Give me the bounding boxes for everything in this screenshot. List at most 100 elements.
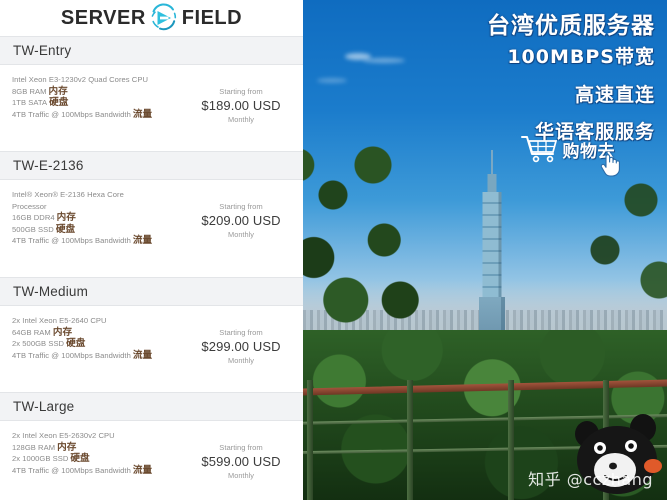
spec-traffic: 4TB Traffic @ 100Mbps Bandwidth 流量: [12, 465, 187, 477]
price-amount: $209.00 USD: [201, 213, 281, 228]
spec-traffic-value: 4TB Traffic @ 100Mbps Bandwidth: [12, 236, 131, 246]
plan-body: 2x Intel Xeon E5-2640 CPU 64GB RAM 内存 2x …: [0, 306, 303, 392]
spec-ram-value: 16GB DDR4: [12, 213, 55, 223]
headline-bandwidth: 100MBPS带宽: [507, 46, 655, 69]
plan-body: Intel Xeon E3-1230v2 Quad Cores CPU 8GB …: [0, 65, 303, 151]
logo-word-right: FIELD: [181, 6, 243, 29]
spec-cpu: Intel® Xeon® E-2136 Hexa Core: [12, 190, 124, 199]
spec-disk: 1TB SATA 硬盘: [12, 97, 187, 109]
serverfield-logo[interactable]: SERVER FIELD: [61, 3, 242, 33]
pointing-hand-icon: [599, 152, 621, 178]
price-prefix: Starting from: [219, 202, 263, 211]
spec-ram-cn-label: 内存: [48, 85, 68, 97]
spec-traffic-cn-label: 流量: [132, 464, 153, 476]
plan-price-block: Starting from $189.00 USD Monthly: [187, 72, 295, 145]
spec-ram-cn-label: 内存: [52, 326, 73, 338]
plan-specs: Intel® Xeon® E-2136 Hexa Core Processor …: [8, 187, 187, 271]
spec-ram-value: 8GB RAM: [12, 86, 47, 96]
tower-cap: [487, 174, 497, 194]
price-amount: $189.00 USD: [201, 98, 281, 113]
spec-traffic-value: 4TB Traffic @ 100Mbps Bandwidth: [12, 465, 131, 475]
spec-disk: 2x 1000GB SSD 硬盘: [12, 453, 187, 465]
promo-page: SERVER FIELD TW-Entry Intel Xeon E3-1230…: [0, 0, 667, 500]
headline-primary: 台湾优质服务器: [487, 13, 655, 39]
railing-top-rail: [303, 379, 667, 396]
spec-cpu: 2x Intel Xeon E5-2640 CPU: [12, 316, 107, 325]
spec-disk-cn-label: 硬盘: [66, 338, 86, 350]
price-period: Monthly: [228, 471, 254, 480]
plan-card[interactable]: TW-Medium 2x Intel Xeon E5-2640 CPU 64GB…: [0, 277, 303, 392]
spec-disk: 2x 500GB SSD 硬盘: [12, 338, 187, 350]
plan-header: TW-Large: [0, 392, 303, 421]
railing-post: [508, 380, 514, 500]
plan-header: TW-Entry: [0, 36, 303, 65]
railing-post: [307, 380, 313, 500]
plan-price-block: Starting from $599.00 USD Monthly: [187, 428, 295, 500]
plan-name: TW-E-2136: [13, 158, 84, 173]
plan-header: TW-E-2136: [0, 151, 303, 180]
plan-body: 2x Intel Xeon E5-2630v2 CPU 128GB RAM 内存 …: [0, 421, 303, 500]
spec-ram: 16GB DDR4 内存: [12, 212, 187, 224]
spec-traffic: 4TB Traffic @ 100Mbps Bandwidth 流量: [12, 350, 187, 362]
spec-traffic-cn-label: 流量: [132, 349, 153, 361]
plan-name: TW-Medium: [13, 284, 89, 299]
spec-disk: 500GB SSD 硬盘: [12, 224, 187, 236]
price-prefix: Starting from: [219, 328, 263, 337]
tower-spire: [491, 150, 493, 176]
plan-specs: Intel Xeon E3-1230v2 Quad Cores CPU 8GB …: [8, 72, 187, 145]
tower-shaft: [482, 192, 502, 298]
spec-ram-cn-label: 内存: [57, 441, 77, 453]
foreground-tree-right: [557, 150, 667, 350]
server-field-swoosh-icon: [149, 3, 179, 33]
spec-ram-value: 128GB RAM: [12, 442, 56, 452]
spec-traffic-cn-label: 流量: [132, 235, 153, 247]
headline-direct-connect: 高速直连: [574, 83, 655, 106]
promo-photo-panel: 台湾优质服务器 100MBPS带宽 高速直连 华语客服服务 购物去 知乎 @cc…: [303, 0, 667, 500]
plan-name: TW-Large: [13, 399, 75, 414]
price-period: Monthly: [228, 230, 254, 239]
spec-traffic-cn-label: 流量: [132, 108, 153, 120]
spec-traffic: 4TB Traffic @ 100Mbps Bandwidth 流量: [12, 235, 187, 247]
plan-card[interactable]: TW-Entry Intel Xeon E3-1230v2 Quad Cores…: [0, 36, 303, 151]
spec-ram-cn-label: 内存: [56, 212, 76, 224]
price-prefix: Starting from: [219, 443, 263, 452]
shopping-cart-icon: [520, 134, 560, 164]
price-prefix: Starting from: [219, 87, 263, 96]
price-amount: $599.00 USD: [201, 454, 281, 469]
price-amount: $299.00 USD: [201, 339, 281, 354]
plan-price-block: Starting from $299.00 USD Monthly: [187, 313, 295, 386]
taipei-101-tower: [475, 150, 509, 341]
spec-disk-value: 2x 500GB SSD: [12, 339, 65, 349]
spec-ram: 128GB RAM 内存: [12, 442, 187, 454]
spec-disk-cn-label: 硬盘: [70, 453, 90, 465]
logo-word-left: SERVER: [60, 6, 146, 29]
promo-headlines: 台湾优质服务器 100MBPS带宽 高速直连 华语客服服务: [487, 12, 655, 144]
plan-body: Intel® Xeon® E-2136 Hexa Core Processor …: [0, 180, 303, 277]
plan-specs: 2x Intel Xeon E5-2640 CPU 64GB RAM 内存 2x …: [8, 313, 187, 386]
brand-header: SERVER FIELD: [0, 0, 303, 36]
price-period: Monthly: [228, 356, 254, 365]
plan-card[interactable]: TW-Large 2x Intel Xeon E5-2630v2 CPU 128…: [0, 392, 303, 500]
spec-traffic-value: 4TB Traffic @ 100Mbps Bandwidth: [12, 350, 131, 360]
spec-cpu: 2x Intel Xeon E5-2630v2 CPU: [12, 431, 115, 440]
railing-post: [407, 380, 413, 500]
spec-disk-value: 1TB SATA: [12, 98, 48, 108]
cloud-shape: [317, 78, 347, 83]
plan-card[interactable]: TW-E-2136 Intel® Xeon® E-2136 Hexa Core …: [0, 151, 303, 277]
spec-disk-cn-label: 硬盘: [55, 223, 76, 235]
cloud-shape: [363, 58, 405, 63]
spec-ram-value: 64GB RAM: [12, 327, 51, 337]
spec-disk-value: 2x 1000GB SSD: [12, 454, 69, 464]
plan-name: TW-Entry: [13, 43, 72, 58]
spec-ram: 64GB RAM 内存: [12, 327, 187, 339]
zhihu-watermark: 知乎 @cczhang: [528, 470, 653, 489]
pricing-panel: SERVER FIELD TW-Entry Intel Xeon E3-1230…: [0, 0, 303, 500]
plan-specs: 2x Intel Xeon E5-2630v2 CPU 128GB RAM 内存 …: [8, 428, 187, 500]
plan-header: TW-Medium: [0, 277, 303, 306]
spec-ram: 8GB RAM 内存: [12, 86, 187, 98]
spec-cpu-line2: Processor: [12, 201, 47, 211]
spec-cpu: Intel Xeon E3-1230v2 Quad Cores CPU: [12, 75, 148, 84]
plan-price-block: Starting from $209.00 USD Monthly: [187, 187, 295, 271]
spec-disk-cn-label: 硬盘: [49, 97, 69, 109]
spec-traffic-value: 4TB Traffic @ 100Mbps Bandwidth: [12, 109, 131, 119]
